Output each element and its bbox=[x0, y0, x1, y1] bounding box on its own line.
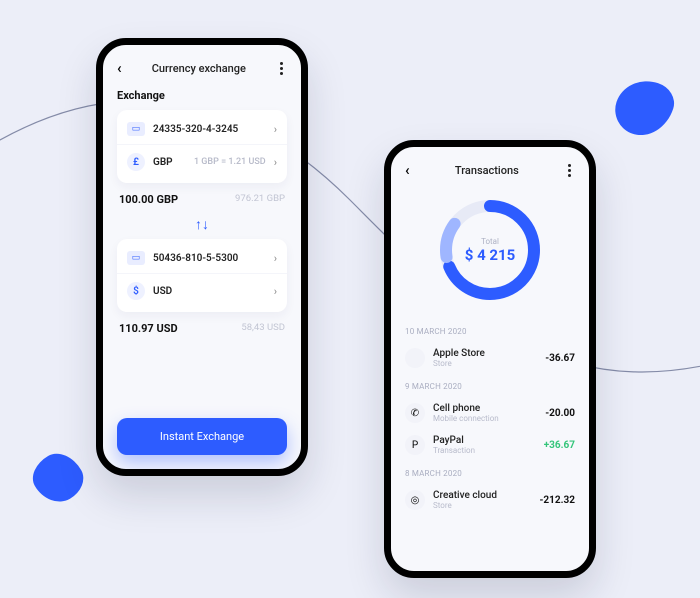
transaction-name: Apple Store bbox=[433, 348, 537, 359]
transaction-row[interactable]: P PayPalTransaction +36.67 bbox=[405, 429, 575, 461]
to-amount: 110.97 USD bbox=[119, 322, 178, 335]
currency-icon-gbp: £ bbox=[127, 153, 145, 171]
transaction-sub: Mobile connection bbox=[433, 414, 537, 423]
from-currency-row[interactable]: £ GBP 1 GBP = 1.21 USD › bbox=[117, 144, 287, 179]
from-account-card: ▭ 24335-320-4-3245 › £ GBP 1 GBP = 1.21 … bbox=[117, 110, 287, 183]
to-account-card: ▭ 50436-810-5-5300 › $ USD › bbox=[117, 239, 287, 312]
from-account-row[interactable]: ▭ 24335-320-4-3245 › bbox=[117, 114, 287, 144]
instant-exchange-button[interactable]: Instant Exchange bbox=[117, 418, 287, 455]
donut-total-value: $ 4 215 bbox=[465, 246, 516, 264]
to-account-number: 50436-810-5-5300 bbox=[153, 253, 266, 264]
donut-total-label: Total bbox=[481, 237, 499, 246]
chevron-right-icon: › bbox=[274, 285, 277, 298]
spending-donut-chart: Total $ 4 215 bbox=[435, 195, 545, 305]
transaction-value: -20.00 bbox=[545, 408, 575, 419]
card-icon: ▭ bbox=[127, 122, 145, 136]
to-amount-row: 110.97 USD 58,43 USD bbox=[117, 312, 287, 339]
transaction-value: -36.67 bbox=[545, 353, 575, 364]
swap-currencies-button[interactable]: ↑↓ bbox=[195, 216, 209, 233]
section-label-exchange: Exchange bbox=[117, 89, 287, 102]
transaction-icon: ✆ bbox=[405, 403, 425, 423]
decor-blob-left bbox=[25, 445, 91, 511]
from-currency-code: GBP bbox=[153, 157, 186, 168]
from-balance: 976.21 GBP bbox=[235, 193, 285, 206]
menu-button[interactable] bbox=[276, 58, 287, 79]
transaction-icon: ◎ bbox=[405, 490, 425, 510]
menu-button[interactable] bbox=[564, 160, 575, 181]
chevron-right-icon: › bbox=[274, 156, 277, 169]
transaction-sub: Store bbox=[433, 359, 537, 368]
transaction-row[interactable]: Apple StoreStore -36.67 bbox=[405, 342, 575, 374]
transaction-name: PayPal bbox=[433, 435, 536, 446]
from-amount-row: 100.00 GBP 976.21 GBP bbox=[117, 183, 287, 210]
transaction-date-label: 9 MARCH 2020 bbox=[405, 382, 575, 391]
from-account-number: 24335-320-4-3245 bbox=[153, 124, 266, 135]
transaction-name: Cell phone bbox=[433, 403, 537, 414]
transaction-icon bbox=[405, 348, 425, 368]
to-balance: 58,43 USD bbox=[241, 322, 285, 335]
page-title: Currency exchange bbox=[152, 62, 246, 75]
transaction-value: +36.67 bbox=[544, 440, 575, 451]
transactions-list: 10 MARCH 2020Apple StoreStore-36.679 MAR… bbox=[405, 319, 575, 516]
transaction-value: -212.32 bbox=[539, 495, 575, 506]
to-currency-code: USD bbox=[153, 286, 266, 297]
back-button[interactable]: ‹ bbox=[117, 59, 122, 77]
page-title: Transactions bbox=[455, 164, 519, 177]
phone-transactions: ‹ Transactions Total $ 4 215 10 MARCH 20… bbox=[384, 140, 596, 578]
transaction-name: Creative cloud bbox=[433, 490, 531, 501]
decor-blob-right bbox=[609, 73, 680, 144]
back-button[interactable]: ‹ bbox=[405, 161, 410, 179]
to-account-row[interactable]: ▭ 50436-810-5-5300 › bbox=[117, 243, 287, 273]
from-amount: 100.00 GBP bbox=[119, 193, 178, 206]
card-icon: ▭ bbox=[127, 251, 145, 265]
exchange-rate-text: 1 GBP = 1.21 USD bbox=[194, 157, 266, 167]
transaction-row[interactable]: ✆ Cell phoneMobile connection -20.00 bbox=[405, 397, 575, 429]
chevron-right-icon: › bbox=[274, 123, 277, 136]
transaction-date-label: 8 MARCH 2020 bbox=[405, 469, 575, 478]
transaction-row[interactable]: ◎ Creative cloudStore -212.32 bbox=[405, 484, 575, 516]
chevron-right-icon: › bbox=[274, 252, 277, 265]
transaction-date-label: 10 MARCH 2020 bbox=[405, 327, 575, 336]
currency-icon-usd: $ bbox=[127, 282, 145, 300]
to-currency-row[interactable]: $ USD › bbox=[117, 273, 287, 308]
phone-exchange: ‹ Currency exchange Exchange ▭ 24335-320… bbox=[96, 38, 308, 476]
transaction-icon: P bbox=[405, 435, 425, 455]
transaction-sub: Transaction bbox=[433, 446, 536, 455]
transaction-sub: Store bbox=[433, 501, 531, 510]
